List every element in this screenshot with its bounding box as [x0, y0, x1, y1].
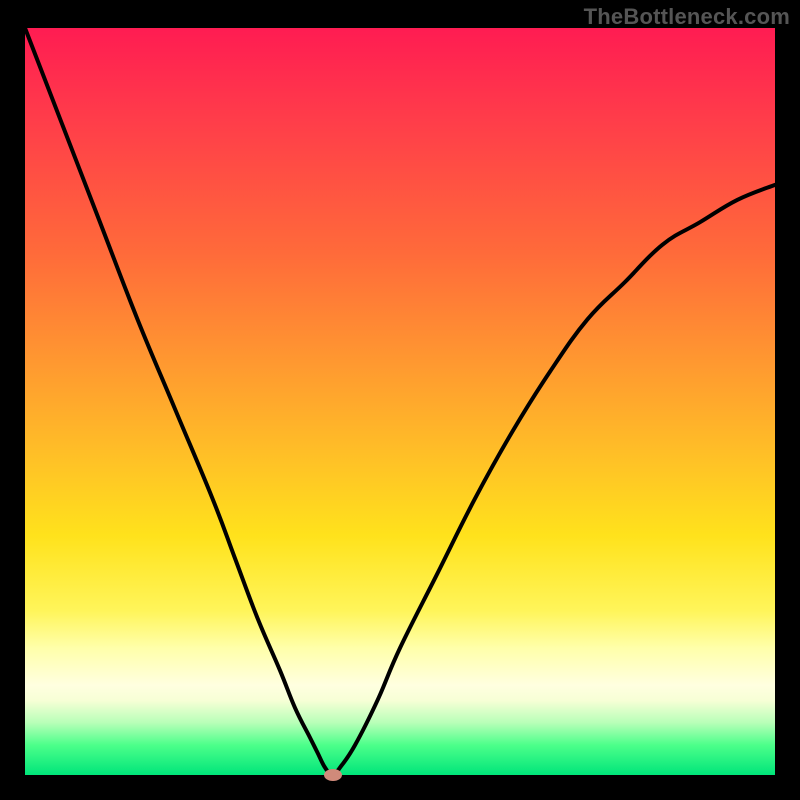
optimal-point-marker	[324, 769, 342, 781]
chart-frame: TheBottleneck.com	[0, 0, 800, 800]
plot-area	[25, 28, 775, 775]
curve-svg	[25, 28, 775, 775]
bottleneck-curve	[25, 28, 775, 775]
watermark-text: TheBottleneck.com	[584, 4, 790, 30]
